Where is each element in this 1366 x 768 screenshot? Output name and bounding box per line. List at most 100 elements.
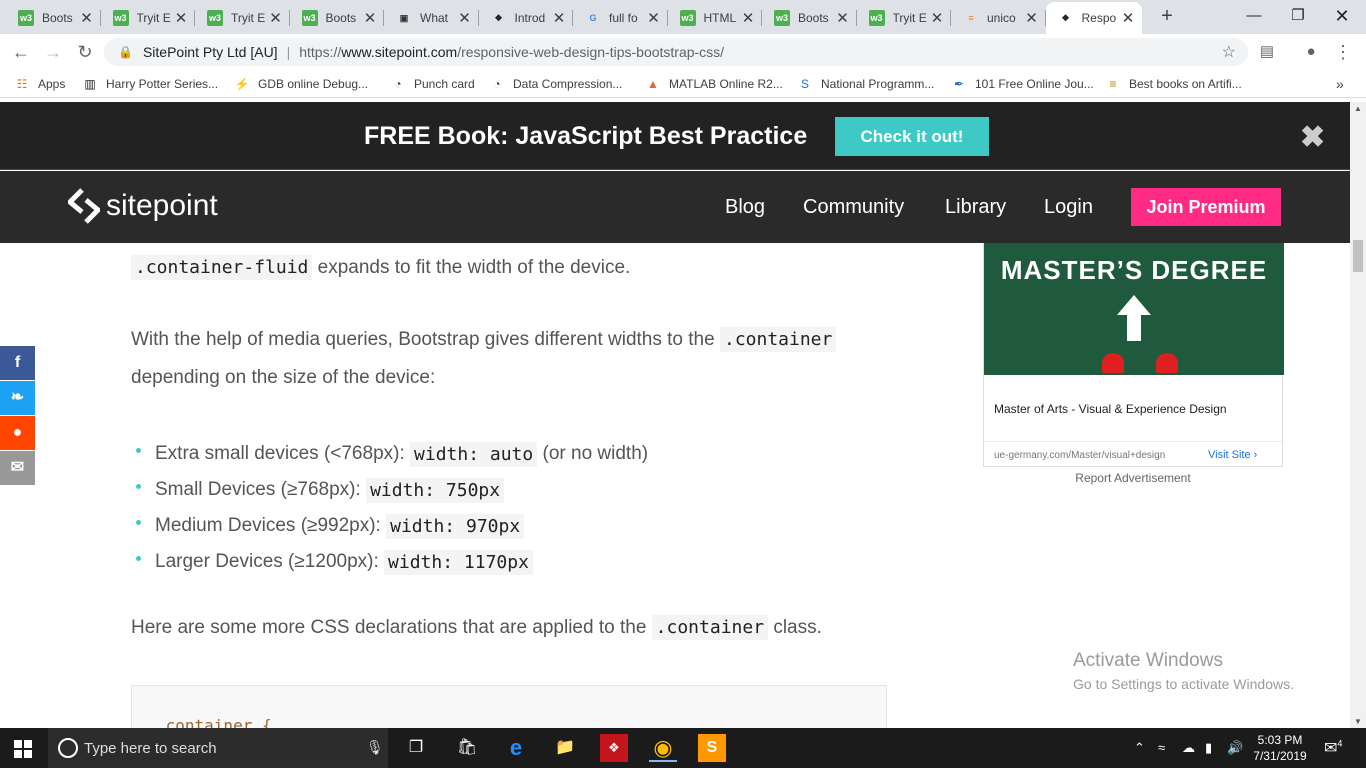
check-it-out-button[interactable]: Check it out! — [835, 117, 989, 156]
sitepoint-icon: ❖ — [494, 12, 503, 23]
address-bar[interactable]: 🔒 SitePoint Pty Ltd [AU] | https://www.s… — [104, 38, 1248, 66]
browser-tab[interactable]: ❖ Introd ✕ — [479, 2, 573, 34]
bullet-dot — [136, 519, 141, 525]
close-tab-icon[interactable]: ✕ — [268, 9, 284, 27]
list-item-text: Extra small devices (<768px): — [155, 443, 411, 464]
google-icon: G — [589, 13, 597, 23]
scroll-down-icon[interactable]: ▼ — [1354, 717, 1362, 726]
advertisement[interactable]: MASTER’S DEGREE Master of Arts - Visual … — [983, 242, 1284, 467]
taskbar-search[interactable]: Type here to search 🎙 — [48, 728, 388, 768]
ad-title[interactable]: Master of Arts - Visual & Experience Des… — [994, 402, 1227, 416]
extension-icon[interactable]: ▤ — [1254, 39, 1280, 65]
join-premium-button[interactable]: Join Premium — [1131, 188, 1281, 226]
reddit-share-icon[interactable]: ● — [0, 416, 35, 450]
close-tab-icon[interactable]: ✕ — [929, 9, 945, 27]
store-icon[interactable]: 🛍 — [453, 734, 481, 762]
browser-tab[interactable]: w3 Boots ✕ — [6, 2, 101, 34]
paragraph-text: expands to fit the width of the device. — [312, 257, 631, 278]
edge-icon[interactable]: e — [502, 734, 530, 762]
chrome-icon[interactable]: ◉ — [649, 734, 677, 762]
close-tab-icon[interactable]: ✕ — [457, 9, 473, 27]
browser-tab[interactable]: w3 Tryit E ✕ — [195, 2, 290, 34]
battery-icon[interactable]: ▮ — [1205, 740, 1212, 756]
browser-tab[interactable]: ▣ What ✕ — [384, 2, 479, 34]
bookmark-item[interactable]: ▥ Harry Potter Series... — [82, 76, 218, 92]
close-tab-icon[interactable]: ✕ — [835, 9, 851, 27]
windows-start-icon[interactable] — [14, 740, 32, 758]
nav-library[interactable]: Library — [945, 196, 1006, 219]
close-tab-icon[interactable]: ✕ — [173, 9, 189, 27]
windows-taskbar: Type here to search 🎙 ❐ 🛍 e 📁 ❖ ◉ S ⌃ ≈ … — [0, 728, 1366, 768]
task-view-icon[interactable]: ❐ — [402, 734, 430, 762]
close-tab-icon[interactable]: ✕ — [362, 9, 378, 27]
report-advertisement-link[interactable]: Report Advertisement — [983, 471, 1283, 485]
bookmark-item[interactable]: ◔ Data Compression... — [489, 76, 622, 92]
tray-chevron-icon[interactable]: ⌃ — [1134, 740, 1145, 756]
profile-avatar[interactable]: ● — [1298, 39, 1324, 65]
browser-tab[interactable]: w3 Boots ✕ — [762, 2, 857, 34]
email-share-icon[interactable]: ✉ — [0, 451, 35, 485]
bookmark-item[interactable]: ⚡ GDB online Debug... — [234, 76, 369, 92]
shoe-left — [1102, 353, 1124, 373]
bookmark-star-icon[interactable]: ☆ — [1222, 42, 1236, 62]
bookmark-item[interactable]: ☷ Apps — [14, 76, 66, 92]
visit-site-link[interactable]: Visit Site › — [1208, 449, 1257, 461]
bookmark-item[interactable]: ✒ 101 Free Online Jou... — [951, 76, 1094, 92]
bookmark-item[interactable]: ▲ MATLAB Online R2... — [645, 76, 783, 92]
nav-blog[interactable]: Blog — [725, 196, 765, 219]
close-tab-icon[interactable]: ✕ — [79, 9, 95, 27]
lock-icon: 🔒 — [118, 45, 133, 59]
browser-tab[interactable]: ≡ unico ✕ — [951, 2, 1046, 34]
bookmarks-overflow-icon[interactable]: » — [1336, 76, 1344, 92]
close-tab-icon[interactable]: ✕ — [646, 9, 662, 27]
acrobat-icon[interactable]: ❖ — [600, 734, 628, 762]
ad-image[interactable]: MASTER’S DEGREE — [984, 243, 1284, 375]
tab-title: Boots — [42, 11, 73, 25]
close-tab-icon[interactable]: ✕ — [1120, 9, 1136, 27]
bookmark-label: Apps — [38, 77, 66, 91]
browser-tab[interactable]: w3 HTML ✕ — [668, 2, 762, 34]
cloud-icon[interactable]: ☁ — [1182, 740, 1195, 756]
windows-activation-watermark: Activate Windows Go to Settings to activ… — [1073, 650, 1294, 692]
browser-tab[interactable]: ❖ Respo ✕ — [1045, 2, 1142, 34]
nav-community[interactable]: Community — [803, 196, 904, 219]
maximize-button[interactable]: ❐ — [1276, 0, 1320, 32]
twitter-share-icon[interactable]: ❧ — [0, 381, 35, 415]
close-tab-icon[interactable]: ✕ — [740, 9, 756, 27]
reload-button[interactable]: ↻ — [72, 39, 98, 65]
sitepoint-logo[interactable]: sitepoint — [68, 188, 218, 224]
file-explorer-icon[interactable]: 📁 — [551, 734, 579, 762]
chevron-right-icon: › — [1253, 449, 1258, 461]
close-tab-icon[interactable]: ✕ — [1024, 9, 1040, 27]
browser-tab[interactable]: w3 Tryit E ✕ — [857, 2, 951, 34]
bookmark-item[interactable]: S National Programm... — [797, 76, 934, 92]
microphone-icon[interactable]: 🎙 — [366, 739, 384, 756]
nav-login[interactable]: Login — [1044, 196, 1093, 219]
bookmark-item[interactable]: ≡ Best books on Artifi... — [1105, 76, 1241, 92]
browser-tab[interactable]: Gfull fo ✕ — [573, 2, 668, 34]
system-clock[interactable]: 5:03 PM 7/31/2019 — [1240, 732, 1320, 764]
url-path: /responsive-web-design-tips-bootstrap-cs… — [457, 44, 725, 60]
notification-center-icon[interactable]: ✉4 — [1324, 738, 1342, 758]
wifi-icon[interactable]: ≈ — [1158, 740, 1165, 755]
paragraph-more-css: Here are some more CSS declarations that… — [131, 615, 822, 640]
forward-button[interactable]: → — [40, 39, 66, 65]
sublime-icon[interactable]: S — [698, 734, 726, 762]
back-button[interactable]: ← — [8, 39, 34, 65]
list-item-suffix: (or no width) — [537, 443, 649, 464]
browser-tab[interactable]: w3 Boots ✕ — [290, 2, 384, 34]
browser-tab[interactable]: w3 Tryit E ✕ — [101, 2, 195, 34]
close-window-button[interactable]: ✕ — [1320, 0, 1364, 32]
cortana-icon — [58, 738, 78, 758]
menu-kebab-icon[interactable]: ⋮ — [1330, 39, 1356, 65]
close-promo-icon[interactable]: ✖ — [1300, 120, 1325, 155]
facebook-share-icon[interactable]: f — [0, 346, 35, 380]
new-tab-button[interactable]: + — [1156, 6, 1178, 28]
bookmark-item[interactable]: ◔ Punch card — [390, 76, 474, 92]
scroll-up-icon[interactable]: ▲ — [1354, 104, 1362, 113]
page-scrollbar[interactable]: ▲ ▼ — [1350, 102, 1366, 728]
close-tab-icon[interactable]: ✕ — [551, 9, 567, 27]
scrollbar-thumb[interactable] — [1353, 240, 1363, 272]
minimize-button[interactable]: — — [1232, 0, 1276, 32]
ad-url[interactable]: ue-germany.com/Master/visual+design — [994, 450, 1165, 461]
